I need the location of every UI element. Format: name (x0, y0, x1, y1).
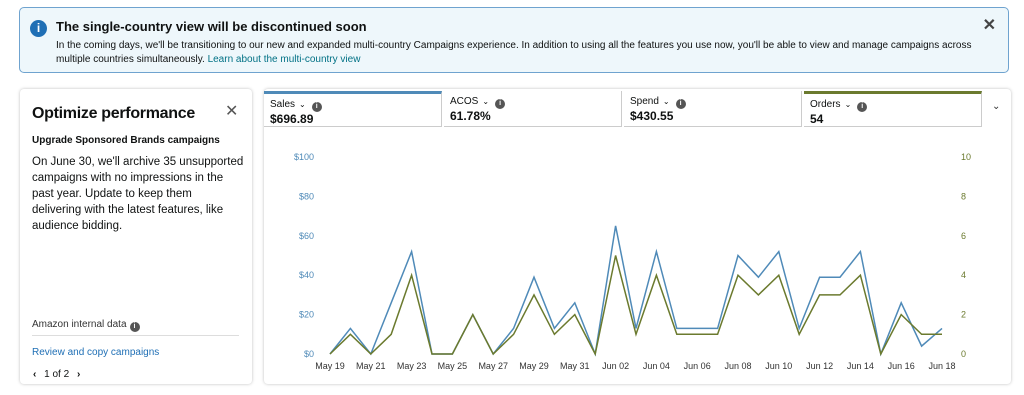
optimize-performance-card: Optimize performance ✕ Upgrade Sponsored… (20, 89, 252, 384)
performance-chart-panel: Sales ⌄ i $696.89 ACOS ⌄ i 61.78% Spend ⌄ i $4… (264, 89, 1011, 384)
x-axis-tick-label: May 25 (438, 361, 468, 371)
x-axis-tick-label: Jun 06 (684, 361, 711, 371)
info-icon[interactable]: i (129, 322, 140, 332)
x-axis-tick-label: Jun 16 (888, 361, 915, 371)
right-axis-tick-label: 2 (961, 310, 966, 320)
left-axis-tick-label: $80 (299, 191, 314, 201)
discontinue-banner: i The single-country view will be discon… (19, 7, 1009, 73)
banner-link[interactable]: Learn about the multi-country view (208, 54, 361, 65)
review-copy-campaigns-link[interactable]: Review and copy campaigns (32, 347, 159, 358)
right-axis-tick-label: 10 (961, 152, 971, 162)
card-title: Optimize performance (32, 105, 195, 122)
x-axis-tick-label: Jun 04 (643, 361, 670, 371)
line-chart: $0 $20 $40 $60 $80 $100 0 2 4 6 8 10 May 19 May 21 May… (294, 152, 971, 371)
x-axis-tick-label: Jun 12 (806, 361, 833, 371)
right-axis-tick-label: 0 (961, 349, 966, 359)
left-axis-tick-label: $100 (294, 152, 314, 162)
x-axis-tick-label: May 23 (397, 361, 427, 371)
banner-title: The single-country view will be disconti… (56, 19, 367, 34)
x-axis-tick-label: May 19 (315, 361, 345, 371)
banner-close-icon[interactable]: ✕ (983, 17, 996, 35)
right-axis-tick-label: 6 (961, 231, 966, 241)
x-axis-tick-label: Jun 10 (765, 361, 792, 371)
card-pager: ‹ 1 of 2 › (28, 369, 85, 380)
chevron-right-icon[interactable]: › (72, 369, 85, 380)
right-axis-tick-label: 4 (961, 270, 966, 280)
card-subtitle: Upgrade Sponsored Brands campaigns (32, 135, 220, 146)
divider (32, 335, 239, 336)
internal-data-label: Amazon internal data i (32, 319, 140, 332)
left-axis-tick-label: $20 (299, 310, 314, 320)
right-axis-tick-label: 8 (961, 191, 966, 201)
x-axis-tick-label: Jun 02 (602, 361, 629, 371)
pager-text: 1 of 2 (44, 369, 70, 380)
left-axis-tick-label: $60 (299, 231, 314, 241)
banner-body-text: In the coming days, we'll be transitioni… (56, 40, 972, 65)
info-icon: i (30, 20, 47, 37)
x-axis-tick-label: Jun 14 (847, 361, 874, 371)
x-axis-tick-label: Jun 18 (928, 361, 955, 371)
banner-body: In the coming days, we'll be transitioni… (56, 39, 976, 67)
card-close-icon[interactable]: ✕ (225, 101, 238, 121)
x-axis-tick-label: May 31 (560, 361, 590, 371)
chevron-left-icon[interactable]: ‹ (28, 369, 41, 380)
x-axis-tick-label: May 21 (356, 361, 386, 371)
left-axis-tick-label: $0 (304, 349, 314, 359)
internal-data-text: Amazon internal data (32, 319, 127, 330)
card-body: On June 30, we'll archive 35 unsupported… (32, 156, 244, 232)
x-axis-tick-label: Jun 08 (724, 361, 751, 371)
x-axis-tick-label: May 29 (519, 361, 549, 371)
left-axis-tick-label: $40 (299, 270, 314, 280)
x-axis-tick-label: May 27 (478, 361, 508, 371)
